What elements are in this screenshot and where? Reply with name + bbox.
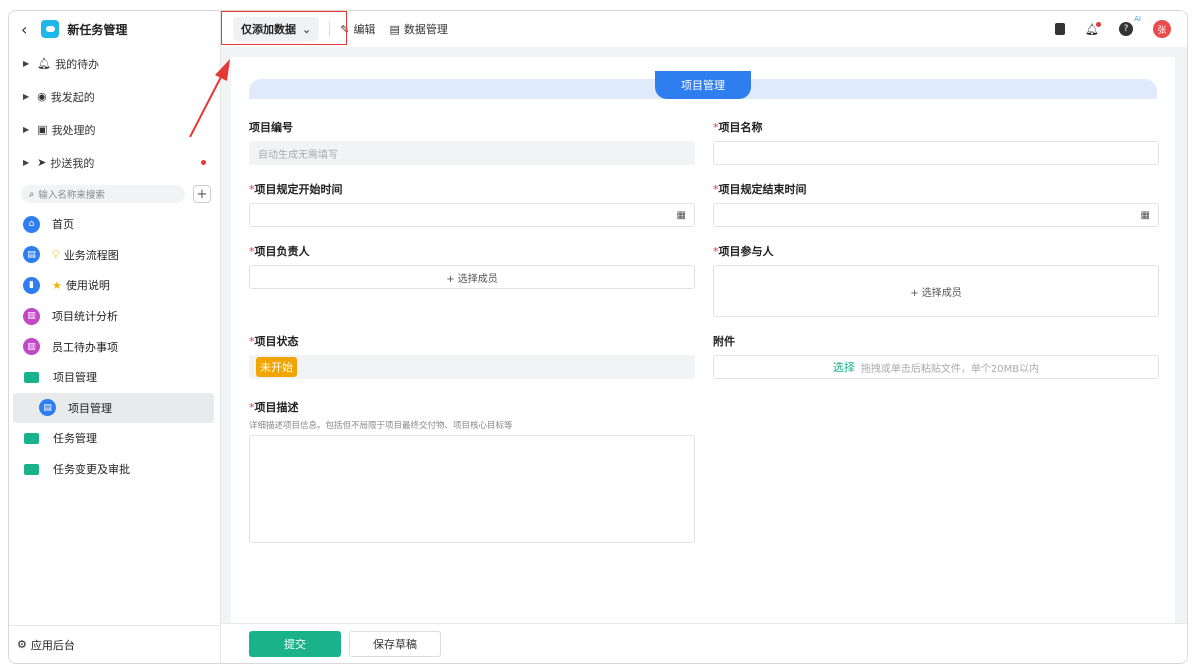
gear-icon: ⚙ xyxy=(17,638,27,651)
search-icon: ⌕ xyxy=(29,188,35,200)
sidebar-folder-task[interactable]: 任务管理 xyxy=(9,423,220,454)
status-badge: 未开始 xyxy=(256,357,297,377)
field-code: 项目编号 自动生成无需填写 xyxy=(249,119,695,165)
notification-icon[interactable]: 🔔︎ xyxy=(1085,21,1101,36)
send-icon: ➤ xyxy=(37,156,47,169)
field-name: *项目名称 xyxy=(713,119,1159,165)
folder-icon xyxy=(24,463,39,475)
submit-button[interactable]: 提交 xyxy=(249,630,341,657)
sidebar-folder-task-change[interactable]: 任务变更及审批 xyxy=(9,454,220,485)
form-footer: 提交 保存草稿 xyxy=(221,623,1187,663)
status-select[interactable]: 未开始 xyxy=(249,355,695,379)
select-file-link[interactable]: 选择 xyxy=(833,359,855,375)
sidebar-item-stats[interactable]: ▥ 项目统计分析 xyxy=(9,301,220,332)
field-description: *项目描述 详细描述项目信息。包括但不局限于项目最终交付物、项目核心目标等 xyxy=(249,399,695,543)
app-title: 新任务管理 xyxy=(67,22,128,37)
field-status: *项目状态 未开始 xyxy=(249,333,695,379)
calendar-icon[interactable]: ▦ xyxy=(677,210,686,221)
calendar-icon[interactable]: ▦ xyxy=(1141,210,1150,221)
sidebar-item-flowchart[interactable]: ▤ 💡︎ 业务流程图 xyxy=(9,240,220,271)
end-date-input[interactable]: ▦ xyxy=(713,203,1159,227)
field-members: *项目参与人 + 选择成员 xyxy=(713,243,1159,317)
sidebar-item-home[interactable]: ⌂ 首页 xyxy=(9,209,220,240)
save-draft-button[interactable]: 保存草稿 xyxy=(349,630,441,657)
field-attachment: 附件 选择 拖拽或单击后粘贴文件，单个20MB以内 xyxy=(713,333,1159,379)
bulb-icon: 💡︎ xyxy=(52,247,60,261)
annotation-arrow xyxy=(189,59,230,138)
toolbar: 仅添加数据 ⌄ ✎ 编辑 ▤ 数据管理 🔔︎ ? AI 张 xyxy=(221,11,1187,47)
start-date-input[interactable]: ▦ xyxy=(249,203,695,227)
app-admin-link[interactable]: ⚙ 应用后台 xyxy=(9,625,220,663)
attachment-dropzone[interactable]: 选择 拖拽或单击后粘贴文件，单个20MB以内 xyxy=(713,355,1159,379)
sidebar-item-project-form[interactable]: ▤ 项目管理 xyxy=(13,392,214,424)
field-end: *项目规定结束时间 ▦ xyxy=(713,181,1159,227)
avatar[interactable]: 张 xyxy=(1153,20,1171,38)
section-title: 项目管理 xyxy=(655,71,751,99)
sidebar-item-guide[interactable]: ▮ ★ 使用说明 xyxy=(9,270,220,301)
help-icon[interactable]: ? AI xyxy=(1119,15,1141,36)
form-card: 项目管理 项目编号 自动生成无需填写 *项目名称 *项目规定开始时间 ▦ *项目… xyxy=(231,57,1175,623)
sidebar-toggle-icon[interactable] xyxy=(1055,23,1066,35)
folder-icon xyxy=(24,371,39,383)
search-input[interactable]: ⌕ 输入名称来搜索 xyxy=(21,185,185,203)
check-box-icon: ▣ xyxy=(37,123,48,136)
code-input: 自动生成无需填写 xyxy=(249,141,695,165)
home-icon: ⌂ xyxy=(23,215,40,233)
main-area: 项目管理 项目编号 自动生成无需填写 *项目名称 *项目规定开始时间 ▦ *项目… xyxy=(221,47,1187,663)
back-icon[interactable]: ‹ xyxy=(21,20,27,39)
app-logo-icon xyxy=(41,20,60,38)
sidebar-folder-project[interactable]: 项目管理 xyxy=(9,362,220,393)
field-owner: *项目负责人 + 选择成员 xyxy=(249,243,695,289)
select-members-button[interactable]: + 选择成员 xyxy=(713,265,1159,317)
data-manage-button[interactable]: ▤ 数据管理 xyxy=(389,21,447,37)
play-icon: ◉ xyxy=(37,90,47,103)
form-icon: ▤ xyxy=(39,399,56,417)
folder-icon xyxy=(24,432,39,444)
document-icon: ▤ xyxy=(23,246,40,264)
sidebar-item-staff-todo[interactable]: ▥ 员工待办事项 xyxy=(9,331,220,362)
star-icon: ★ xyxy=(52,278,62,292)
add-button[interactable]: + xyxy=(193,185,211,203)
table-icon: ▤ xyxy=(389,22,400,36)
highlight-box xyxy=(221,11,347,45)
name-input[interactable] xyxy=(713,141,1159,165)
report-icon: ▥ xyxy=(23,307,40,325)
bookmark-icon: ▮ xyxy=(23,276,40,294)
unread-dot xyxy=(201,160,206,165)
select-owner-button[interactable]: + 选择成员 xyxy=(249,265,695,289)
bell-icon: 🔔︎ xyxy=(37,57,52,70)
description-textarea[interactable] xyxy=(249,435,695,543)
report-icon: ▥ xyxy=(23,338,40,356)
field-start: *项目规定开始时间 ▦ xyxy=(249,181,695,227)
sidebar-group-cc[interactable]: ▶ ➤ 抄送我的 xyxy=(9,146,220,179)
